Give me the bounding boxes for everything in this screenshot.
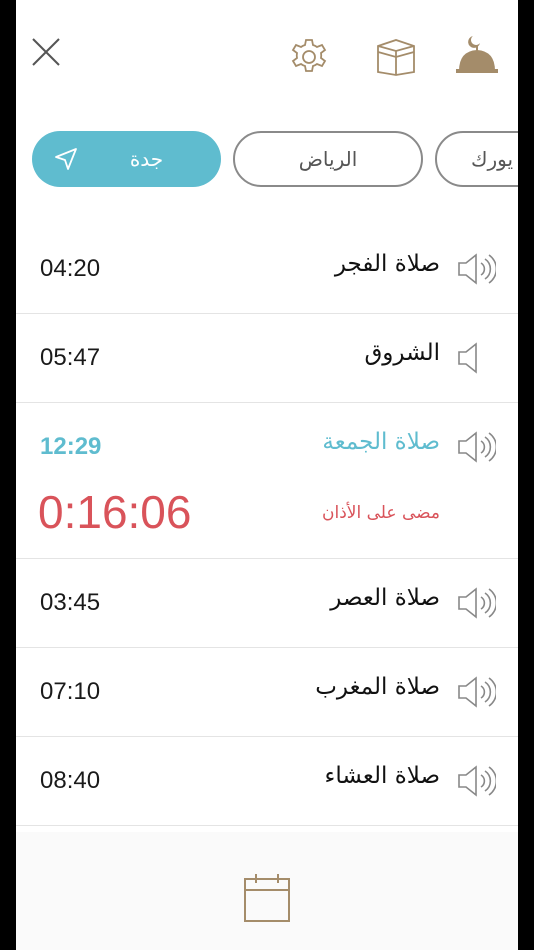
right-edge xyxy=(518,0,534,950)
close-icon xyxy=(32,38,60,66)
left-edge xyxy=(0,0,16,950)
prayer-row-maghrib[interactable]: 07:10 صلاة المغرب xyxy=(16,648,518,737)
kaaba-icon xyxy=(377,39,415,76)
prayer-row-fajr[interactable]: 04:20 صلاة الفجر xyxy=(16,225,518,314)
prayer-name: صلاة المغرب xyxy=(315,674,440,700)
prayer-row-jumuah[interactable]: 12:29 صلاة الجمعة 0:16:06 مضى على الأذان xyxy=(16,403,518,559)
settings-icon xyxy=(291,39,327,72)
prayer-name: صلاة الجمعة xyxy=(322,429,440,455)
prayer-list: 04:20 صلاة الفجر 05:47 الشروق 12:29 صلاة… xyxy=(16,225,518,826)
city-pill-jeddah[interactable]: جدة xyxy=(32,131,221,187)
prayer-time: 08:40 xyxy=(40,767,101,794)
close-button[interactable] xyxy=(26,32,66,72)
city-label: الرياض xyxy=(298,147,358,171)
speaker-on-icon[interactable] xyxy=(456,674,496,710)
city-pill-newyork[interactable]: يورك xyxy=(435,131,518,187)
prayer-row-asr[interactable]: 03:45 صلاة العصر xyxy=(16,559,518,648)
city-label: جدة xyxy=(129,147,164,171)
speaker-on-icon[interactable] xyxy=(456,251,496,287)
location-arrow-icon xyxy=(55,148,77,170)
settings-button[interactable] xyxy=(286,34,332,80)
prayer-time: 12:29 xyxy=(40,433,102,460)
calendar-icon xyxy=(244,874,290,922)
speaker-on-icon[interactable] xyxy=(456,763,496,799)
speaker-off-icon[interactable] xyxy=(456,340,496,376)
mosque-button[interactable] xyxy=(453,30,501,78)
prayer-time: 05:47 xyxy=(40,344,101,371)
prayer-name: صلاة الفجر xyxy=(334,251,440,277)
speaker-on-icon[interactable] xyxy=(456,429,496,465)
qibla-button[interactable] xyxy=(373,34,419,80)
city-label: يورك xyxy=(471,147,514,171)
countdown-timer: 0:16:06 xyxy=(38,486,192,538)
prayer-time: 07:10 xyxy=(40,678,101,705)
prayer-name: صلاة العشاء xyxy=(324,763,440,789)
speaker-on-icon[interactable] xyxy=(456,585,496,621)
calendar-button[interactable] xyxy=(242,872,292,924)
prayer-row-sunrise[interactable]: 05:47 الشروق xyxy=(16,314,518,403)
prayer-name: صلاة العصر xyxy=(330,585,440,611)
mosque-icon xyxy=(456,36,498,73)
city-selector: جدة الرياض يورك xyxy=(16,125,518,195)
bottom-bar xyxy=(16,832,518,950)
city-pill-riyadh[interactable]: الرياض xyxy=(233,131,423,187)
prayer-name: الشروق xyxy=(364,340,440,366)
prayer-row-isha[interactable]: 08:40 صلاة العشاء xyxy=(16,737,518,826)
screen: جدة الرياض يورك 04:20 صلاة الفجر 05:47 ا… xyxy=(16,0,518,950)
prayer-time: 04:20 xyxy=(40,255,101,282)
prayer-time: 03:45 xyxy=(40,589,101,616)
countdown-label: مضى على الأذان xyxy=(322,503,440,523)
top-bar xyxy=(16,0,518,110)
